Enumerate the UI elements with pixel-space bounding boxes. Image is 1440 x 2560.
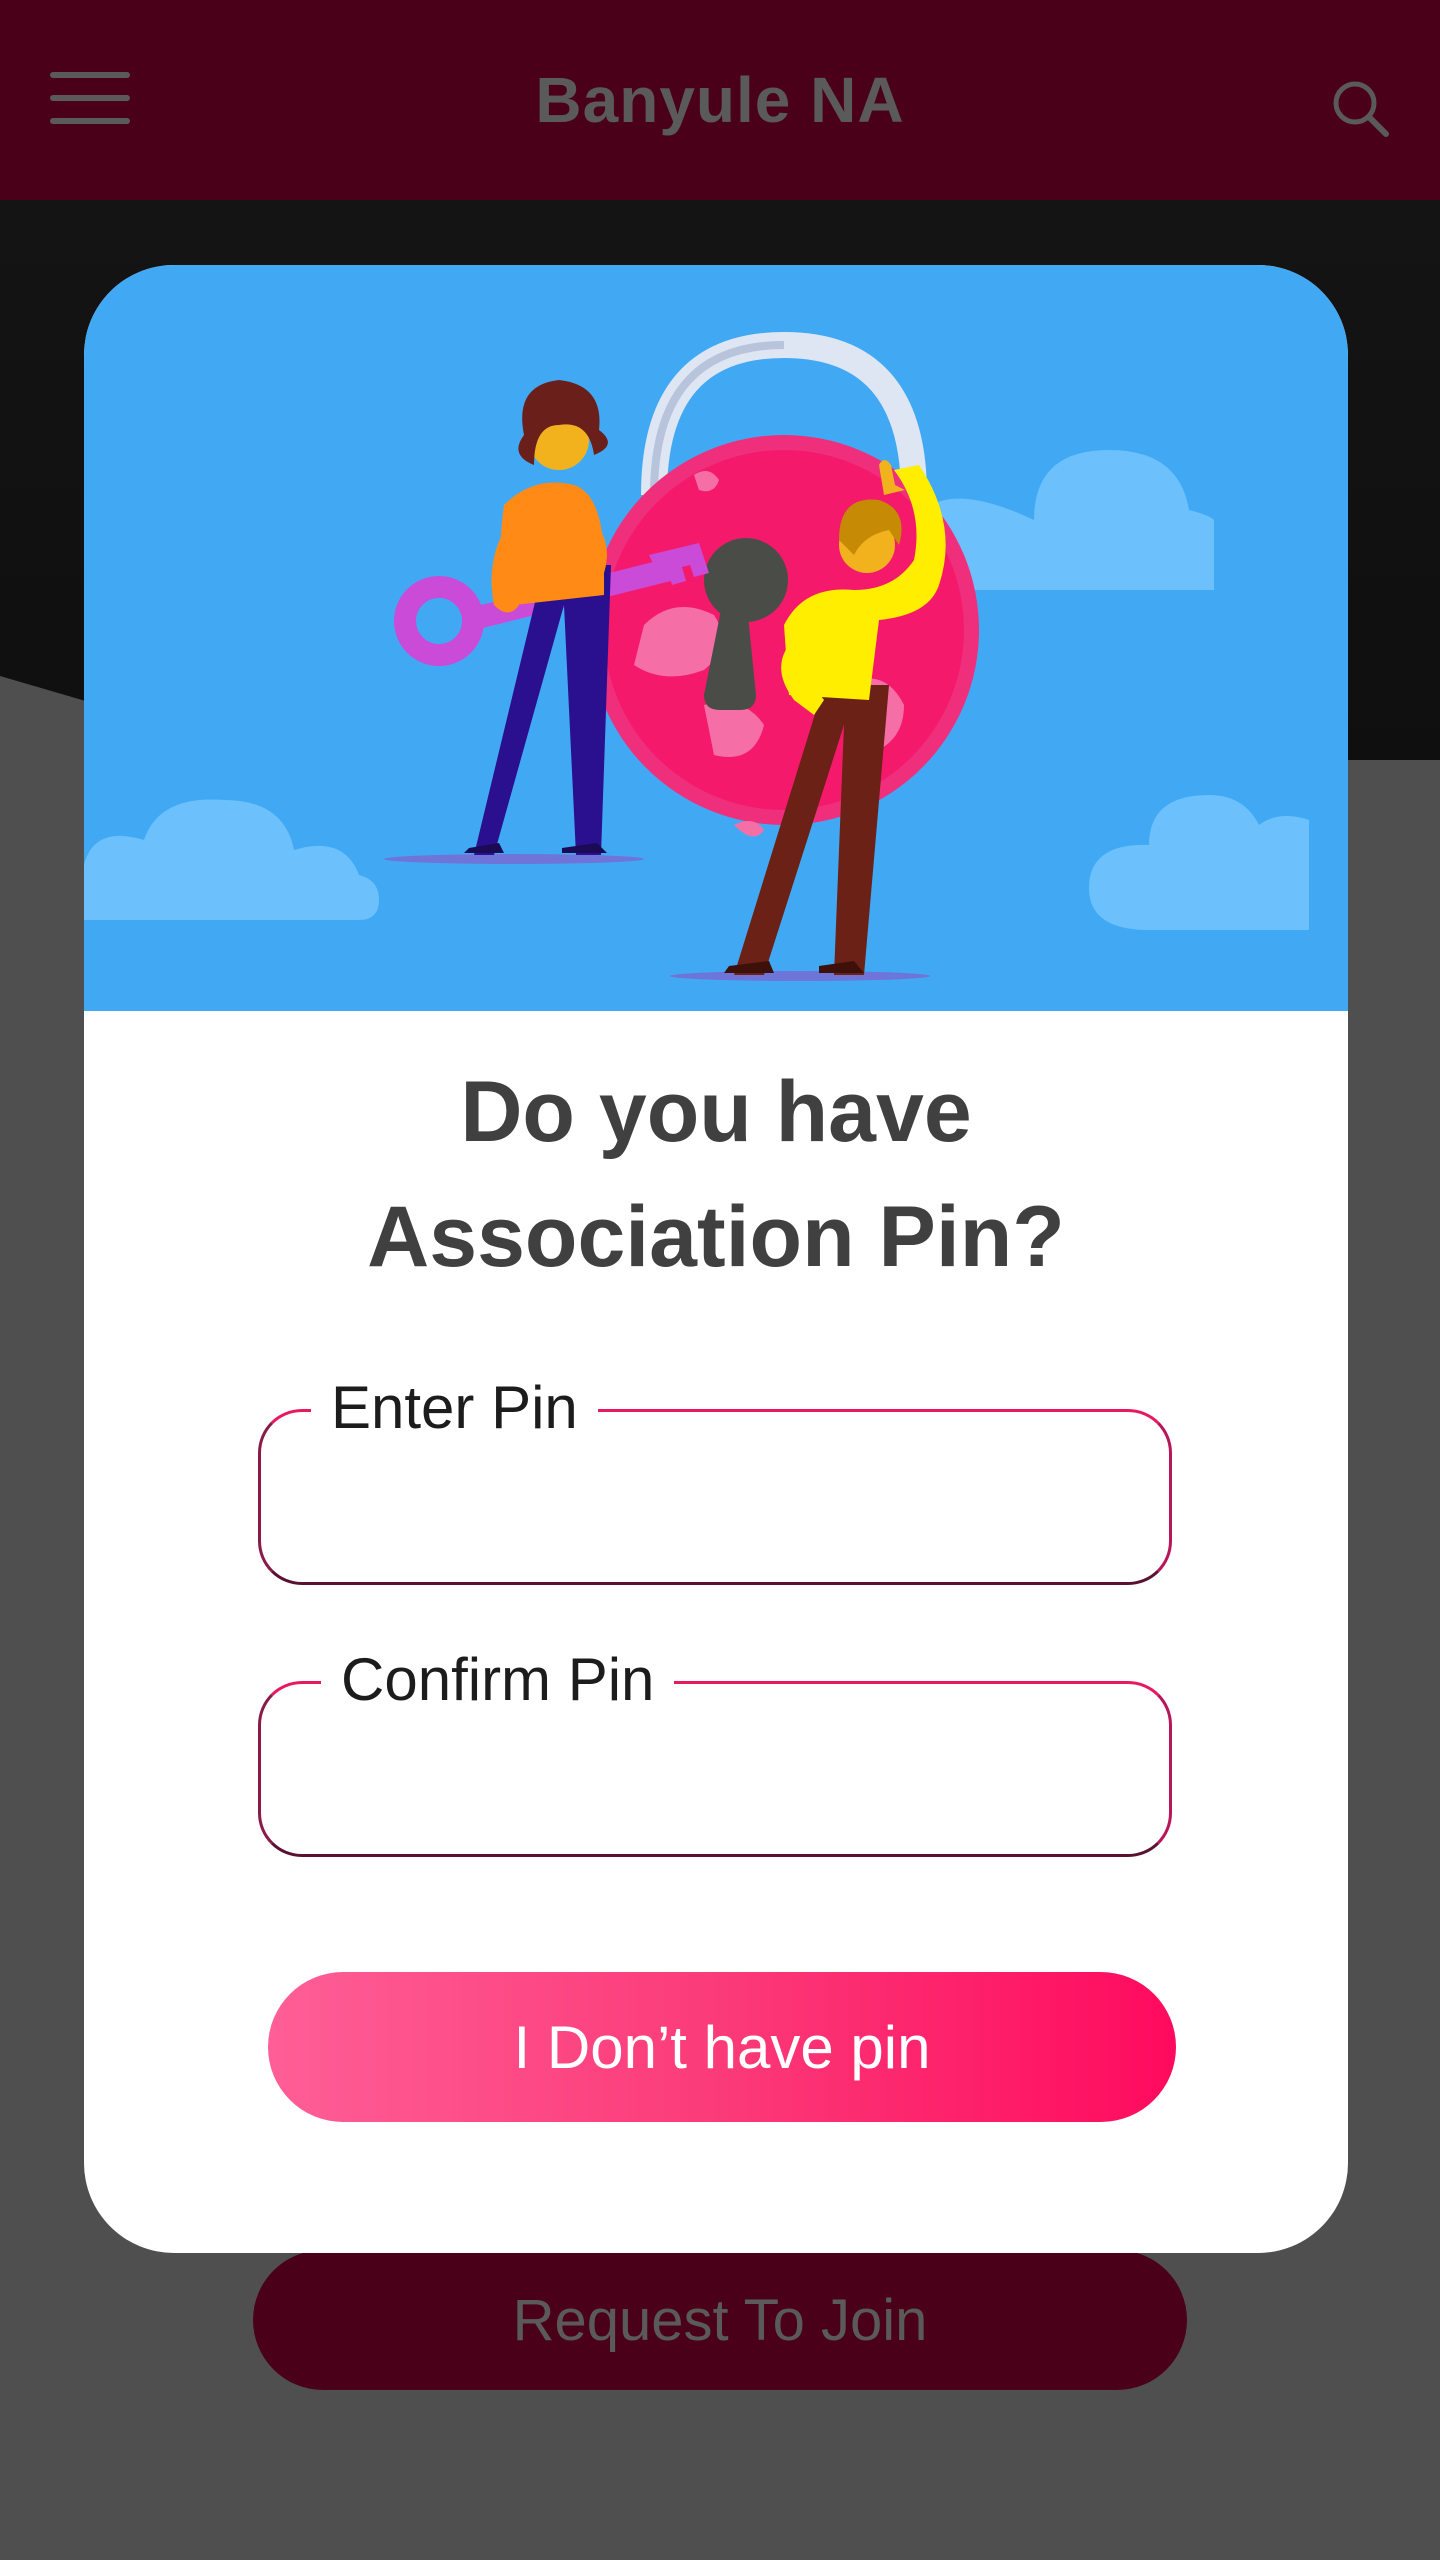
request-to-join-button[interactable]: Request To Join <box>253 2250 1187 2390</box>
search-icon[interactable] <box>1330 78 1390 138</box>
no-pin-button[interactable]: I Don’t have pin <box>268 1972 1176 2122</box>
enter-pin-label: Enter Pin <box>311 1368 598 1448</box>
enter-pin-field[interactable]: Enter Pin <box>258 1368 1172 1585</box>
dialog-heading: Do you have Association Pin? <box>84 1050 1348 1300</box>
hamburger-menu-icon[interactable] <box>50 68 130 128</box>
app-title: Banyule NA <box>535 64 905 136</box>
heading-line-1: Do you have <box>460 1064 972 1160</box>
enter-pin-input[interactable] <box>291 1452 1145 1554</box>
association-pin-dialog: Do you have Association Pin? Enter Pin C… <box>84 265 1348 2253</box>
heading-line-2: Association Pin? <box>367 1189 1065 1285</box>
confirm-pin-field[interactable]: Confirm Pin <box>258 1640 1172 1857</box>
padlock-with-key-people-illustration <box>84 265 1348 1011</box>
confirm-pin-input[interactable] <box>291 1724 1145 1826</box>
confirm-pin-label: Confirm Pin <box>321 1640 675 1720</box>
app-bar: Banyule NA <box>0 0 1440 200</box>
